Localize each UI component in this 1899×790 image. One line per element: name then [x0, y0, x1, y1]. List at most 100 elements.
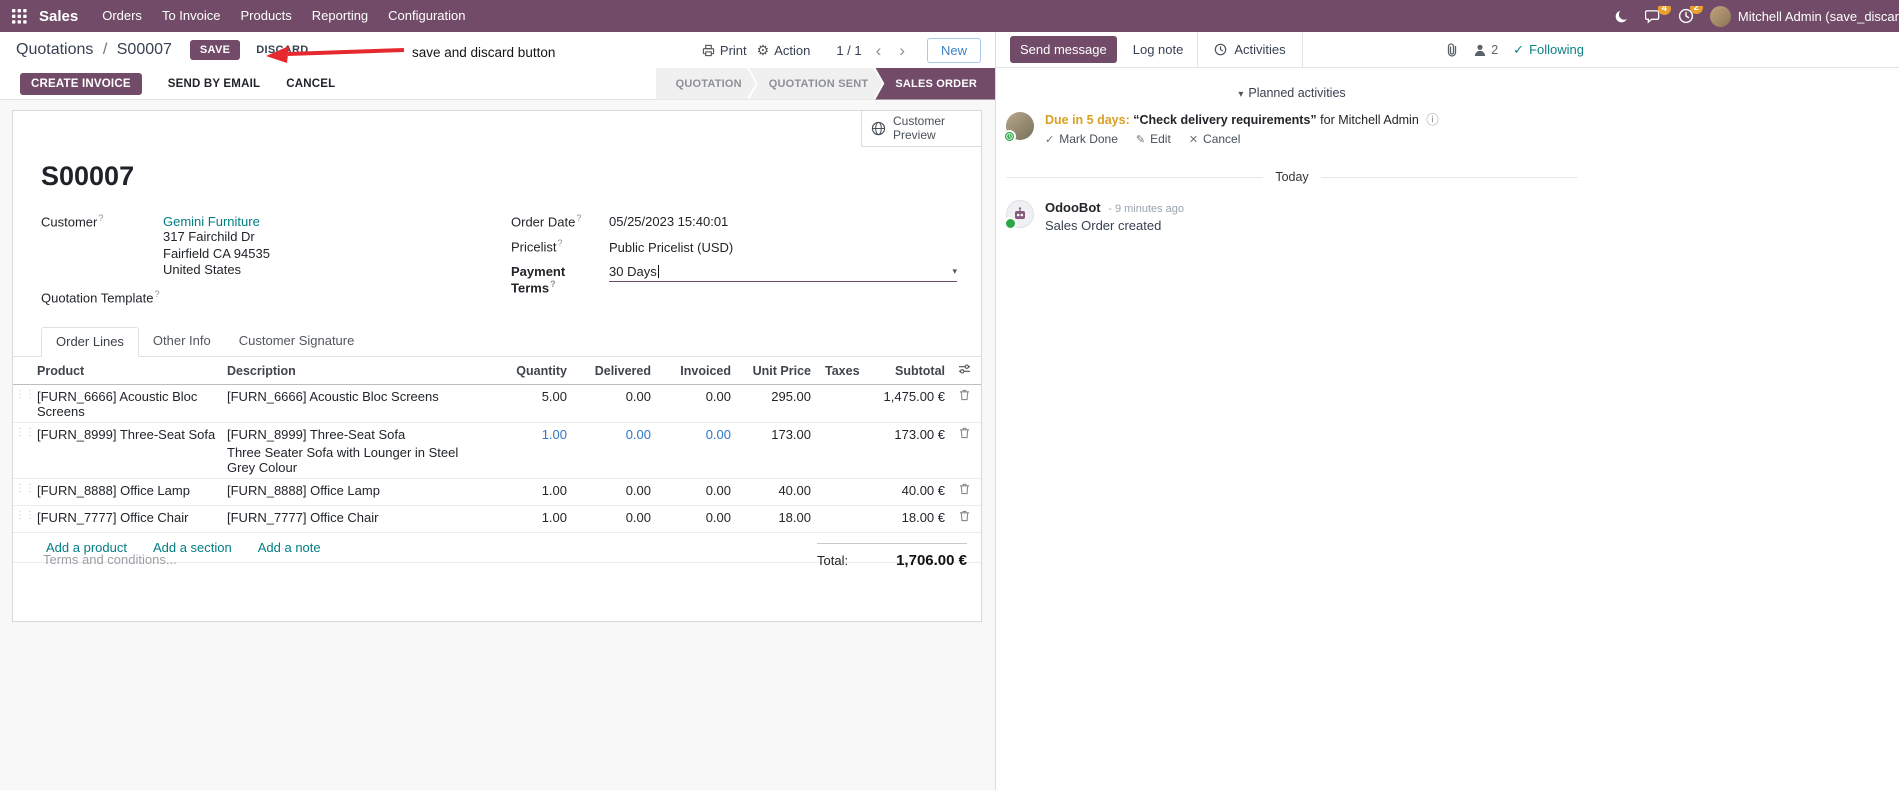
cancel-activity-button[interactable]: ✕ Cancel	[1189, 132, 1241, 146]
cell-invoiced[interactable]: 0.00	[653, 389, 733, 404]
activities-tab[interactable]: Activities	[1197, 32, 1303, 67]
send-message-button[interactable]: Send message	[1010, 36, 1117, 63]
message-timestamp: - 9 minutes ago	[1108, 203, 1185, 215]
order-line-row[interactable]: ⋮⋮ [FURN_6666] Acoustic Bloc Screens [FU…	[13, 385, 981, 423]
cell-product[interactable]: [FURN_7777] Office Chair	[37, 510, 227, 525]
discard-button[interactable]: DISCARD	[256, 44, 308, 56]
cell-description[interactable]: [FURN_6666] Acoustic Bloc Screens	[227, 389, 489, 404]
order-line-row[interactable]: ⋮⋮ [FURN_8999] Three-Seat Sofa [FURN_899…	[13, 423, 981, 479]
cell-unit-price[interactable]: 295.00	[733, 389, 813, 404]
drag-handle-icon[interactable]: ⋮⋮	[13, 389, 37, 400]
chevron-down-icon[interactable]: ▾	[952, 266, 957, 277]
user-menu[interactable]: Mitchell Admin (save_discar	[1709, 5, 1899, 27]
info-icon[interactable]: ⓘ	[1426, 113, 1439, 127]
clock-icon	[1214, 43, 1227, 56]
following-button[interactable]: ✓ Following	[1513, 42, 1584, 58]
col-taxes[interactable]: Taxes	[813, 364, 869, 378]
delete-row-icon[interactable]	[947, 483, 981, 498]
followers-icon	[1473, 43, 1487, 57]
activity-summary: “Check delivery requirements”	[1133, 113, 1317, 127]
log-note-button[interactable]: Log note	[1133, 42, 1184, 57]
pricelist-field[interactable]: Public Pricelist (USD)	[609, 240, 957, 255]
drag-handle-icon[interactable]: ⋮⋮	[13, 510, 37, 521]
cell-description[interactable]: [FURN_7777] Office Chair	[227, 510, 489, 525]
edit-activity-button[interactable]: ✎ Edit	[1136, 132, 1171, 146]
add-note-link[interactable]: Add a note	[258, 540, 321, 555]
col-delivered[interactable]: Delivered	[569, 364, 653, 378]
cell-quantity[interactable]: 1.00	[489, 427, 569, 442]
tab-order-lines[interactable]: Order Lines	[41, 327, 139, 357]
activities-clock-icon[interactable]: 2	[1678, 5, 1703, 24]
odoobot-avatar	[1004, 200, 1034, 230]
terms-and-conditions-field[interactable]: Terms and conditions...	[43, 552, 177, 567]
planned-activities-header[interactable]: ▾ Planned activities	[1006, 86, 1578, 100]
cell-delivered[interactable]: 0.00	[569, 427, 653, 442]
cell-unit-price[interactable]: 18.00	[733, 510, 813, 525]
tab-other-info[interactable]: Other Info	[139, 327, 225, 356]
cell-product[interactable]: [FURN_6666] Acoustic Bloc Screens	[37, 389, 227, 419]
save-button[interactable]: SAVE	[189, 40, 241, 60]
pager-previous-icon[interactable]: ‹	[872, 42, 886, 59]
payment-terms-field[interactable]: 30 Days ▾	[609, 264, 957, 282]
order-date-field[interactable]: 05/25/2023 15:40:01	[609, 214, 957, 229]
action-button[interactable]: ⚙ Action	[757, 43, 811, 58]
total-label: Total:	[817, 553, 849, 568]
cell-description[interactable]: [FURN_8999] Three-Seat Sofa Three Seater…	[227, 427, 489, 475]
pager-value[interactable]: 1 / 1	[836, 43, 861, 58]
state-quotation[interactable]: QUOTATION	[656, 68, 756, 100]
followers-button[interactable]: 2	[1473, 43, 1498, 57]
order-line-row[interactable]: ⋮⋮ [FURN_8888] Office Lamp [FURN_8888] O…	[13, 479, 981, 506]
menu-configuration[interactable]: Configuration	[378, 0, 475, 32]
cell-invoiced[interactable]: 0.00	[653, 483, 733, 498]
cell-quantity[interactable]: 5.00	[489, 389, 569, 404]
col-product[interactable]: Product	[37, 364, 227, 378]
cell-invoiced[interactable]: 0.00	[653, 427, 733, 442]
optional-columns-icon[interactable]	[947, 363, 981, 378]
breadcrumb-quotations[interactable]: Quotations	[16, 41, 93, 58]
cell-quantity[interactable]: 1.00	[489, 510, 569, 525]
col-quantity[interactable]: Quantity	[489, 364, 569, 378]
state-sales-order[interactable]: SALES ORDER	[875, 67, 995, 100]
drag-handle-icon[interactable]: ⋮⋮	[13, 427, 37, 438]
tab-customer-signature[interactable]: Customer Signature	[225, 327, 369, 356]
create-invoice-button[interactable]: CREATE INVOICE	[20, 72, 142, 95]
cell-invoiced[interactable]: 0.00	[653, 510, 733, 525]
col-description[interactable]: Description	[227, 364, 489, 378]
cell-quantity[interactable]: 1.00	[489, 483, 569, 498]
state-quotation-sent[interactable]: QUOTATION SENT	[749, 68, 883, 100]
dark-mode-moon-icon[interactable]	[1614, 8, 1629, 24]
delete-row-icon[interactable]	[947, 389, 981, 404]
menu-orders[interactable]: Orders	[92, 0, 152, 32]
app-name[interactable]: Sales	[39, 8, 78, 25]
col-invoiced[interactable]: Invoiced	[653, 364, 733, 378]
cell-product[interactable]: [FURN_8999] Three-Seat Sofa	[37, 427, 227, 442]
delete-row-icon[interactable]	[947, 427, 981, 442]
order-line-row[interactable]: ⋮⋮ [FURN_7777] Office Chair [FURN_7777] …	[13, 506, 981, 533]
messages-icon[interactable]: 4	[1644, 5, 1671, 24]
cell-delivered[interactable]: 0.00	[569, 389, 653, 404]
menu-to-invoice[interactable]: To Invoice	[152, 0, 231, 32]
customer-preview-button[interactable]: Customer Preview	[861, 111, 981, 147]
attachment-paperclip-icon[interactable]	[1444, 42, 1458, 57]
cell-unit-price[interactable]: 173.00	[733, 427, 813, 442]
customer-link[interactable]: Gemini Furniture	[163, 214, 260, 229]
drag-handle-icon[interactable]: ⋮⋮	[13, 483, 37, 494]
cell-delivered[interactable]: 0.00	[569, 483, 653, 498]
menu-reporting[interactable]: Reporting	[302, 0, 378, 32]
delete-row-icon[interactable]	[947, 510, 981, 525]
cell-delivered[interactable]: 0.00	[569, 510, 653, 525]
cell-product[interactable]: [FURN_8888] Office Lamp	[37, 483, 227, 498]
new-button[interactable]: New	[926, 37, 981, 63]
apps-grid-icon[interactable]	[8, 8, 31, 24]
pager-next-icon[interactable]: ›	[895, 42, 909, 59]
menu-products[interactable]: Products	[230, 0, 301, 32]
print-button[interactable]: Print	[702, 43, 747, 58]
cell-unit-price[interactable]: 40.00	[733, 483, 813, 498]
col-unit-price[interactable]: Unit Price	[733, 364, 813, 378]
help-icon: ?	[550, 278, 556, 289]
send-by-email-button[interactable]: SEND BY EMAIL	[168, 78, 260, 90]
cell-description[interactable]: [FURN_8888] Office Lamp	[227, 483, 489, 498]
mark-done-button[interactable]: ✓ Mark Done	[1045, 132, 1118, 146]
cancel-button[interactable]: CANCEL	[286, 78, 335, 90]
col-subtotal[interactable]: Subtotal	[869, 364, 947, 378]
